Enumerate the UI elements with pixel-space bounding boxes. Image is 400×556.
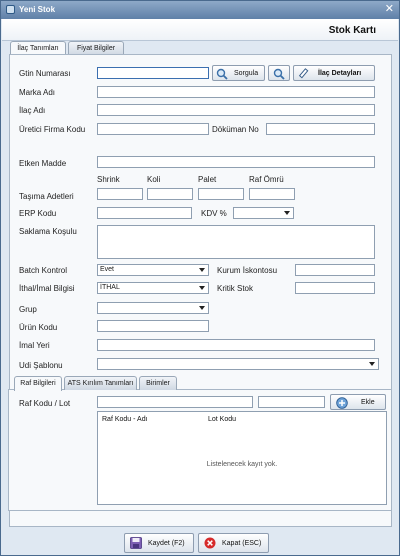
imal-yeri-input[interactable] <box>97 339 375 351</box>
gtin-label: Gtin Numarası <box>19 69 71 78</box>
window-close-icon[interactable]: ✕ <box>385 3 394 15</box>
kaydet-button[interactable]: Kaydet (F2) <box>124 533 194 553</box>
sorgula-button[interactable]: Sorgula <box>212 65 265 81</box>
tab-raf-bilgileri[interactable]: Raf Bilgileri <box>14 376 62 391</box>
ekle-button[interactable]: Ekle <box>330 394 386 410</box>
chevron-down-icon <box>199 268 205 272</box>
floppy-disk-icon <box>130 537 142 549</box>
kapat-label: Kapat (ESC) <box>222 540 262 547</box>
raf-omru-label: Raf Ömrü <box>249 175 284 184</box>
tab-label: Raf Bilgileri <box>20 380 56 387</box>
raf-kodu-input[interactable] <box>97 396 253 408</box>
tab-label: Fiyat Bilgiler <box>76 45 116 52</box>
chevron-down-icon <box>284 211 290 215</box>
gtin-input[interactable] <box>97 67 209 79</box>
kurum-iskontosu-input[interactable] <box>295 264 375 276</box>
close-circle-icon <box>204 537 216 549</box>
grid-header-lot-kodu: Lot Kodu <box>208 416 237 423</box>
dokuman-no-label: Döküman No <box>212 125 259 134</box>
sorgula-label: Sorgula <box>234 70 259 77</box>
title-bar: Yeni Stok ✕ <box>1 1 399 19</box>
etken-madde-input[interactable] <box>97 156 375 168</box>
saklama-textarea[interactable] <box>97 225 375 259</box>
urun-kodu-input[interactable] <box>97 320 209 332</box>
tab-label: Birimler <box>146 380 170 387</box>
etken-madde-label: Etken Madde <box>19 159 67 168</box>
grup-label: Grup <box>19 305 37 314</box>
urun-kodu-label: Ürün Kodu <box>19 323 58 332</box>
lot-input[interactable] <box>258 396 325 408</box>
search-button[interactable] <box>268 65 290 81</box>
ithal-imal-select[interactable]: İTHAL <box>97 282 209 294</box>
kdv-select[interactable] <box>233 207 294 219</box>
raf-lot-grid[interactable]: Raf Kodu - Adı Lot Kodu Listelenecek kay… <box>97 411 387 505</box>
kapat-button[interactable]: Kapat (ESC) <box>198 533 269 553</box>
tab-label: ATS Kırılım Tanımları <box>67 380 134 387</box>
kritik-stok-label: Kritik Stok <box>217 284 254 293</box>
ilac-adi-label: İlaç Adı <box>19 106 46 115</box>
erp-kodu-label: ERP Kodu <box>19 209 57 218</box>
chevron-down-icon <box>199 306 205 310</box>
shrink-input[interactable] <box>97 188 143 200</box>
uretici-input[interactable] <box>97 123 209 135</box>
udi-sablonu-select[interactable] <box>97 358 379 370</box>
ithal-imal-label: İthal/İmal Bilgisi <box>19 284 75 293</box>
tab-label: İlaç Tanımları <box>17 45 59 52</box>
tab-ats-kirilim[interactable]: ATS Kırılım Tanımları <box>64 376 137 390</box>
tab-birimler[interactable]: Birimler <box>139 376 177 390</box>
batch-kontrol-select[interactable]: Evet <box>97 264 209 276</box>
koli-input[interactable] <box>147 188 193 200</box>
app-icon <box>6 5 15 14</box>
marka-adi-label: Marka Adı <box>19 88 56 97</box>
grup-select[interactable] <box>97 302 209 314</box>
koli-label: Koli <box>147 175 161 184</box>
ilac-detaylari-button[interactable]: İlaç Detayları <box>293 65 375 81</box>
batch-kontrol-value: Evet <box>100 266 115 273</box>
grid-empty-message: Listelenecek kayıt yok. <box>206 461 278 468</box>
tasima-adetleri-label: Taşıma Adetleri <box>19 192 74 201</box>
stok-window: Yeni Stok ✕ Stok Kartı İlaç Tanımları Fi… <box>0 0 400 556</box>
ilac-adi-input[interactable] <box>97 104 375 116</box>
kritik-stok-input[interactable] <box>295 282 375 294</box>
ilac-detaylari-label: İlaç Detayları <box>318 70 362 77</box>
marka-adi-input[interactable] <box>97 86 375 98</box>
page-title: Stok Kartı <box>328 25 376 36</box>
palet-input[interactable] <box>198 188 244 200</box>
plus-circle-icon <box>336 397 348 409</box>
kaydet-label: Kaydet (F2) <box>148 540 185 547</box>
raf-omru-input[interactable] <box>249 188 295 200</box>
grid-header-raf-kodu: Raf Kodu - Adı <box>102 416 148 423</box>
uretici-label: Üretici Firma Kodu <box>19 125 86 134</box>
kdv-label: KDV % <box>201 209 227 218</box>
ithal-imal-value: İTHAL <box>100 284 120 291</box>
window-title: Yeni Stok <box>19 5 56 14</box>
chevron-down-icon <box>369 362 375 366</box>
shrink-label: Shrink <box>97 175 120 184</box>
saklama-label: Saklama Koşulu <box>19 227 77 236</box>
batch-kontrol-label: Batch Kontrol <box>19 266 68 275</box>
tab-fiyat-bilgiler[interactable]: Fiyat Bilgiler <box>68 41 124 55</box>
pencil-icon <box>298 68 309 79</box>
palet-label: Palet <box>198 175 217 184</box>
chevron-down-icon <box>199 286 205 290</box>
imal-yeri-label: İmal Yeri <box>19 341 50 350</box>
erp-kodu-input[interactable] <box>97 207 192 219</box>
page-header: Stok Kartı <box>2 19 398 41</box>
udi-sablonu-label: Udi Şablonu <box>19 361 63 370</box>
dokuman-no-input[interactable] <box>266 123 375 135</box>
raf-kodu-lot-label: Raf Kodu / Lot <box>19 399 71 408</box>
kurum-iskontosu-label: Kurum İskontosu <box>217 266 278 275</box>
ekle-label: Ekle <box>361 399 375 406</box>
magnifier-icon <box>273 68 285 80</box>
magnifier-icon <box>216 68 228 80</box>
